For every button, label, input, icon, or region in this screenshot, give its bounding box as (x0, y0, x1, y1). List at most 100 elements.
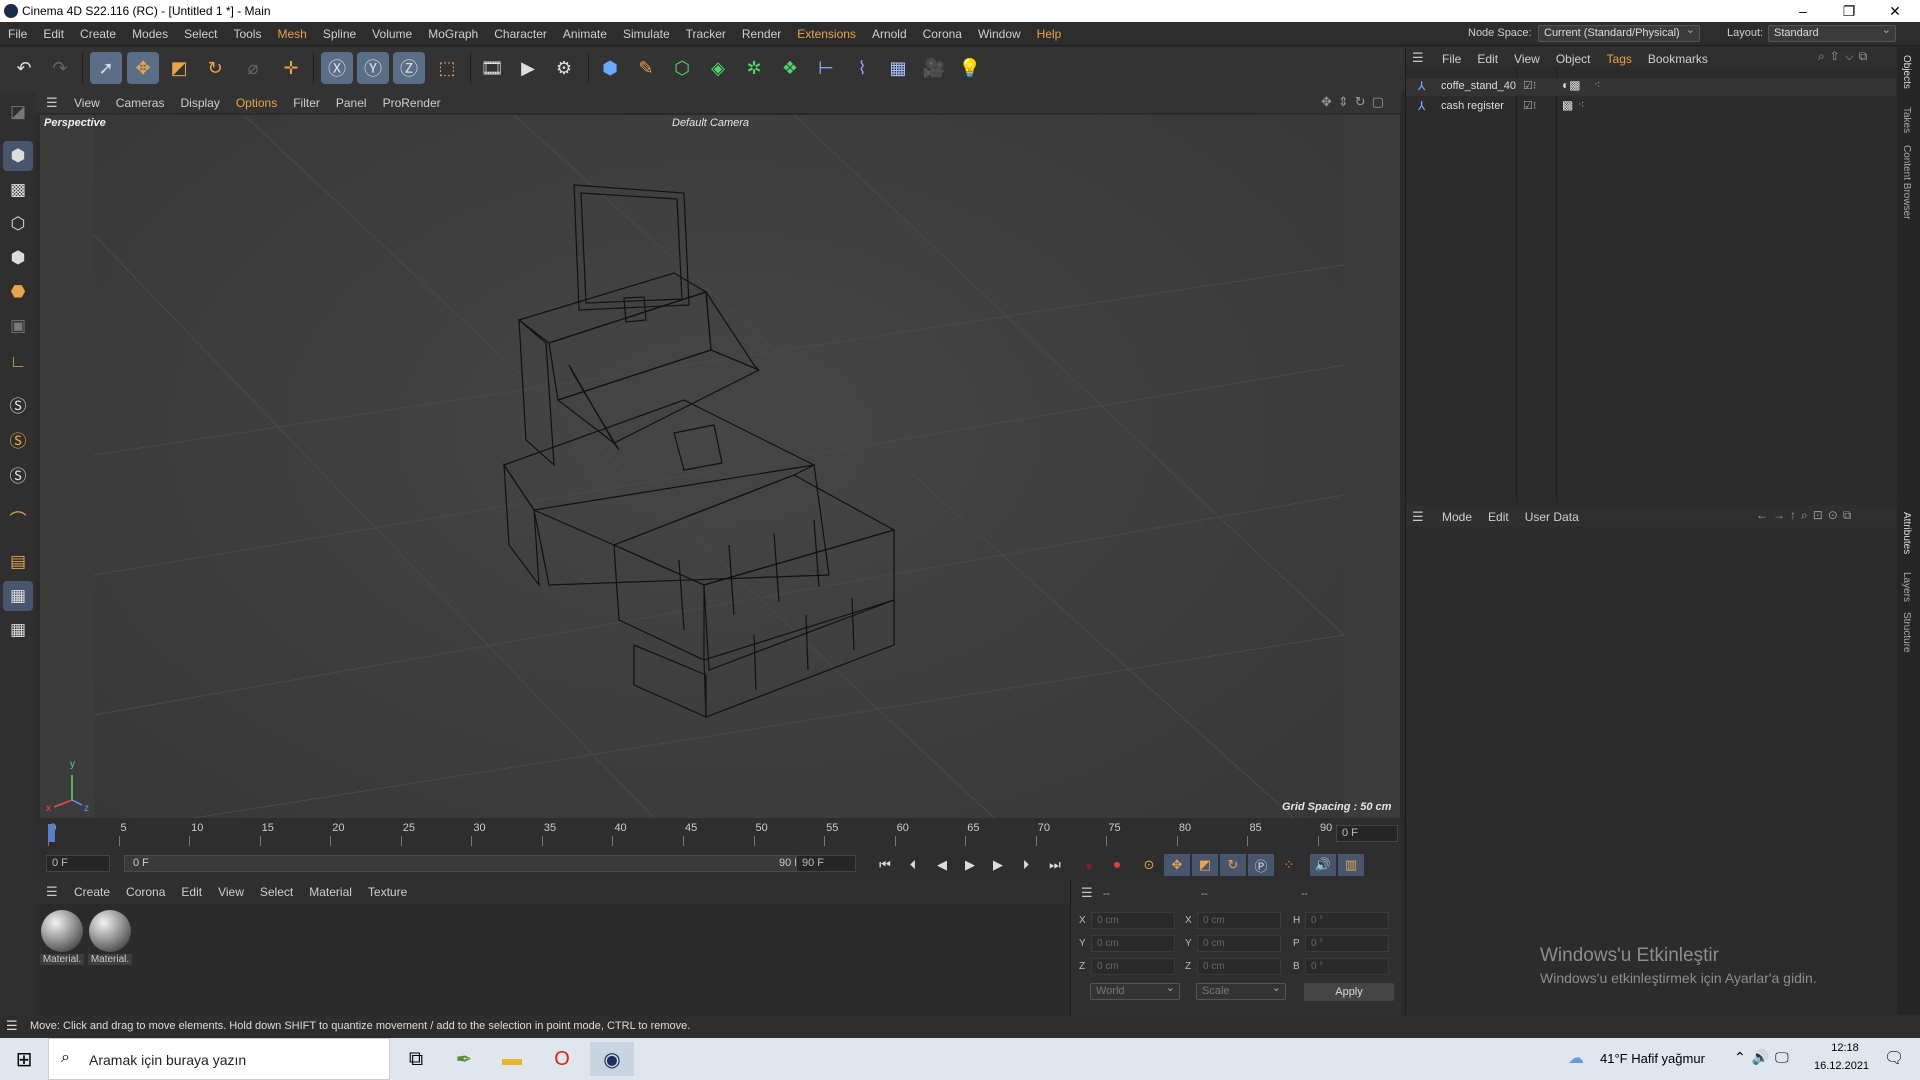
size-x-field[interactable]: 0 cm (1197, 912, 1281, 929)
render-view-icon[interactable]: ▶ (512, 52, 544, 84)
symmetry-icon[interactable]: ⊢ (810, 52, 842, 84)
play-icon[interactable]: ▶ (957, 854, 983, 876)
hamburger-icon[interactable]: ☰ (6, 1018, 18, 1034)
object-manager-tools-icon[interactable]: ⌕⇧⌵⧉ (1818, 49, 1872, 64)
cloner-icon[interactable]: ✲ (738, 52, 770, 84)
material-menu-edit[interactable]: Edit (173, 880, 210, 904)
go-to-end-icon[interactable]: ⏭ (1042, 854, 1068, 876)
windows-start-icon[interactable]: ⊞ (2, 1042, 46, 1076)
menu-spline[interactable]: Spline (315, 22, 364, 46)
keyframe-selection-icon[interactable]: ⊙ (1136, 854, 1162, 876)
menu-corona[interactable]: Corona (915, 22, 970, 46)
material-menu-corona[interactable]: Corona (118, 880, 173, 904)
hamburger-icon[interactable]: ☰ (1412, 509, 1424, 525)
hamburger-icon[interactable]: ☰ (1081, 885, 1093, 901)
tab-content-browser[interactable]: Content Browser (1901, 145, 1912, 219)
current-frame-field[interactable]: 0 F (1336, 825, 1398, 842)
layout-select[interactable]: Standard (1768, 25, 1896, 42)
object-menu-file[interactable]: File (1434, 47, 1469, 71)
x-lock-icon[interactable]: Ⓧ (321, 52, 353, 84)
object-menu-bookmarks[interactable]: Bookmarks (1640, 47, 1716, 71)
material-item[interactable]: Material. (88, 910, 132, 965)
scale-mode-select[interactable]: Scale (1196, 983, 1286, 1000)
viewport-menu-cameras[interactable]: Cameras (108, 91, 173, 115)
tag-icon[interactable]: ⁖ (1578, 98, 1584, 111)
menu-file[interactable]: File (0, 22, 35, 46)
file-explorer-icon[interactable]: ▬ (490, 1042, 534, 1076)
autokey-icon[interactable]: ⏺ (1104, 854, 1130, 876)
deformer-icon[interactable]: ⌇ (846, 52, 878, 84)
attribute-menu-mode[interactable]: Mode (1434, 505, 1480, 529)
key-rotation-icon[interactable]: ↻ (1220, 854, 1246, 876)
menu-character[interactable]: Character (486, 22, 555, 46)
rotation-h-field[interactable]: 0 ° (1305, 912, 1389, 929)
size-z-field[interactable]: 0 cm (1197, 958, 1281, 975)
light-icon[interactable]: 💡 (954, 52, 986, 84)
tab-objects[interactable]: Objects (1901, 55, 1912, 89)
magnet-icon[interactable]: ⌒ (3, 503, 33, 533)
scale-icon[interactable]: ◩ (163, 52, 195, 84)
close-button[interactable]: ✕ (1872, 0, 1918, 22)
paint-icon[interactable]: ▦ (3, 615, 33, 645)
undo-icon[interactable]: ↶ (8, 52, 40, 84)
clock-date[interactable]: 16.12.2021 (1814, 1060, 1869, 1072)
object-row[interactable]: ⅄ cash register ☑⁝ ▩ ⁖ (1406, 98, 1896, 116)
menu-tracker[interactable]: Tracker (678, 22, 734, 46)
notification-icon[interactable]: 🗨 (1884, 1048, 1904, 1068)
tab-attributes[interactable]: Attributes (1901, 512, 1912, 554)
polygons-mode-icon[interactable]: ⬣ (3, 277, 33, 307)
key-position-icon[interactable]: ✥ (1164, 854, 1190, 876)
app-feather-icon[interactable]: ✒ (442, 1042, 486, 1076)
material-menu-material[interactable]: Material (301, 880, 360, 904)
menu-arnold[interactable]: Arnold (864, 22, 915, 46)
camera-icon[interactable]: 🎥 (918, 52, 950, 84)
viewport-menu-view[interactable]: View (66, 91, 108, 115)
object-menu-view[interactable]: View (1506, 47, 1548, 71)
material-menu-view[interactable]: View (210, 880, 252, 904)
task-view-icon[interactable]: ⧉ (394, 1042, 438, 1076)
viewport-menu-prorender[interactable]: ProRender (375, 91, 449, 115)
menu-help[interactable]: Help (1029, 22, 1070, 46)
key-scale-icon[interactable]: ◩ (1192, 854, 1218, 876)
select-icon[interactable]: ➚ (90, 52, 122, 84)
menu-modes[interactable]: Modes (124, 22, 176, 46)
coordinate-system-icon[interactable]: ⬚ (431, 52, 463, 84)
position-y-field[interactable]: 0 cm (1091, 935, 1175, 952)
previous-frame-icon[interactable]: ◀ (929, 854, 955, 876)
taskbar-search[interactable]: ⌕ Aramak için buraya yazın (48, 1038, 390, 1080)
attribute-menu-user-data[interactable]: User Data (1517, 505, 1587, 529)
minimize-button[interactable]: – (1780, 0, 1826, 22)
material-item[interactable]: Material. (40, 910, 84, 965)
node-space-select[interactable]: Current (Standard/Physical) (1538, 25, 1700, 42)
viewport-menu-filter[interactable]: Filter (285, 91, 328, 115)
points-mode-icon[interactable]: ⬡ (3, 209, 33, 239)
start-frame-field[interactable]: 0 F (46, 855, 110, 872)
menu-simulate[interactable]: Simulate (615, 22, 678, 46)
hamburger-icon[interactable]: ☰ (1412, 50, 1424, 66)
sound-icon[interactable]: 🔊 (1310, 854, 1336, 876)
tab-structure[interactable]: Structure (1901, 612, 1912, 653)
object-row[interactable]: ⅄ coffe_stand_40 ☑⁝ ◐▩ ⁖ (1406, 78, 1896, 96)
viewport-canvas[interactable] (93, 115, 1345, 818)
next-frame-icon[interactable]: ▶ (985, 854, 1011, 876)
material-tag-icon[interactable]: ◐▩ (1562, 78, 1581, 92)
key-param-icon[interactable]: Ⓟ (1248, 854, 1274, 876)
object-menu-tags[interactable]: Tags (1599, 47, 1640, 71)
attribute-menu-edit[interactable]: Edit (1480, 505, 1517, 529)
tab-takes[interactable]: Takes (1901, 107, 1912, 133)
record-icon[interactable]: ● (1076, 854, 1102, 876)
hamburger-icon[interactable]: ☰ (46, 884, 58, 900)
timeline-icon[interactable]: ▥ (1338, 854, 1364, 876)
menu-render[interactable]: Render (734, 22, 789, 46)
go-to-start-icon[interactable]: ⏮ (872, 854, 898, 876)
rotation-b-field[interactable]: 0 ° (1305, 958, 1389, 975)
y-lock-icon[interactable]: Ⓨ (357, 52, 389, 84)
subdivision-icon[interactable]: ⬡ (666, 52, 698, 84)
position-z-field[interactable]: 0 cm (1091, 958, 1175, 975)
snap-icon[interactable]: Ⓢ (3, 389, 33, 419)
uv-mode-icon[interactable]: ▣ (3, 311, 33, 341)
next-key-icon[interactable]: ⏵ (1013, 854, 1039, 876)
attribute-nav-icons[interactable]: ←→↑⌕⊡⊙⧉ (1756, 508, 1856, 523)
floor-icon[interactable]: ▦ (882, 52, 914, 84)
timeline-ruler[interactable]: 051015202530354045505560657075808590 0 F (36, 818, 1401, 848)
